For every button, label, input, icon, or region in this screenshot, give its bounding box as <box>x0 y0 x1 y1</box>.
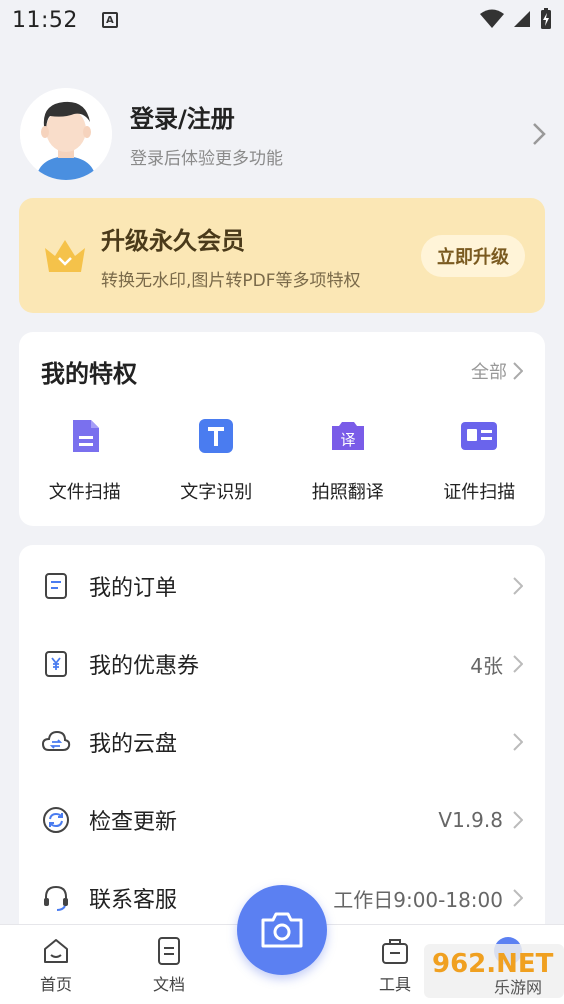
camera-icon <box>261 912 303 948</box>
id-card-scan-icon <box>461 422 498 450</box>
site-watermark-logo: 962.NET 乐游网 <box>424 944 564 998</box>
privilege-text-recognition[interactable]: 文字识别 <box>151 416 283 504</box>
crown-icon <box>45 239 85 272</box>
photo-translate-icon: 译 <box>331 422 364 450</box>
nav-tools[interactable]: 工具 <box>365 935 425 995</box>
notification-icon: A <box>101 12 118 28</box>
update-icon <box>43 807 69 833</box>
app-version: V1.9.8 <box>438 808 503 832</box>
menu-item-orders[interactable]: 我的订单 <box>19 547 545 625</box>
privilege-label: 文字识别 <box>180 482 253 503</box>
toolbox-icon <box>382 939 408 964</box>
menu-item-cloud[interactable]: 我的云盘 <box>19 703 545 781</box>
vip-subtitle: 转换无水印,图片转PDF等多项特权 <box>101 270 361 291</box>
avatar[interactable] <box>20 88 112 180</box>
coupon-icon <box>45 651 67 677</box>
nav-home-label: 首页 <box>39 975 72 994</box>
status-time: 11:52 <box>12 7 78 33</box>
camera-scan-button[interactable] <box>237 885 327 975</box>
menu-label: 我的订单 <box>89 576 178 601</box>
document-scan-icon <box>72 420 99 452</box>
vip-banner[interactable]: 升级永久会员 转换无水印,图片转PDF等多项特权 立即升级 <box>19 198 545 313</box>
order-icon <box>45 573 67 599</box>
photo-translate-glyph: 译 <box>340 431 355 449</box>
coupon-count: 4张 <box>470 653 503 678</box>
nav-docs[interactable]: 文档 <box>139 935 199 995</box>
documents-icon <box>158 937 180 965</box>
menu-item-coupons[interactable]: 我的优惠券 4张 <box>19 625 545 703</box>
text-recognition-icon <box>199 419 234 453</box>
privilege-photo-translate[interactable]: 译 拍照翻译 <box>282 416 414 504</box>
upgrade-button[interactable]: 立即升级 <box>421 234 525 277</box>
chevron-right-icon <box>513 733 523 751</box>
watermark-text: 962.NET <box>432 949 554 979</box>
nav-docs-label: 文档 <box>152 975 185 994</box>
cloud-icon <box>41 730 71 751</box>
privileges-title: 我的特权 <box>41 360 137 388</box>
status-icons <box>480 8 552 30</box>
login-subtitle: 登录后体验更多功能 <box>130 149 283 169</box>
chevron-right-icon <box>513 577 523 595</box>
watermark-subtext: 乐游网 <box>494 978 542 997</box>
privileges-all-label: 全部 <box>471 362 507 383</box>
signal-icon <box>514 11 530 27</box>
privilege-id-card-scan[interactable]: 证件扫描 <box>414 416 546 504</box>
nav-tools-label: 工具 <box>378 975 411 994</box>
battery-icon <box>541 8 551 29</box>
privileges-card: 我的特权 全部 文件扫描 文字识别 译 拍照翻译 证件扫描 <box>19 332 545 526</box>
menu-label: 检查更新 <box>89 810 178 835</box>
chevron-right-icon <box>513 889 523 907</box>
nav-home[interactable]: 首页 <box>26 935 86 995</box>
privilege-label: 文件扫描 <box>48 482 121 503</box>
customer-service-icon <box>44 885 68 911</box>
menu-label: 我的云盘 <box>89 732 178 757</box>
wifi-icon <box>480 9 504 28</box>
privileges-all-link[interactable]: 全部 <box>471 358 523 384</box>
chevron-right-icon <box>513 362 523 380</box>
privilege-label: 证件扫描 <box>443 482 516 503</box>
service-hours: 工作日9:00-18:00 <box>333 887 503 912</box>
privilege-document-scan[interactable]: 文件扫描 <box>19 416 151 504</box>
home-icon <box>44 939 68 963</box>
vip-title: 升级永久会员 <box>101 226 245 255</box>
privilege-label: 拍照翻译 <box>311 482 384 503</box>
chevron-right-icon <box>533 123 546 145</box>
status-bar: 11:52 A <box>0 0 564 40</box>
chevron-right-icon <box>513 655 523 673</box>
login-profile-row[interactable]: 登录/注册 登录后体验更多功能 <box>20 86 550 182</box>
menu-item-update[interactable]: 检查更新 V1.9.8 <box>19 781 545 859</box>
login-title[interactable]: 登录/注册 <box>130 99 532 134</box>
chevron-right-icon <box>513 811 523 829</box>
menu-label: 我的优惠券 <box>89 654 200 679</box>
